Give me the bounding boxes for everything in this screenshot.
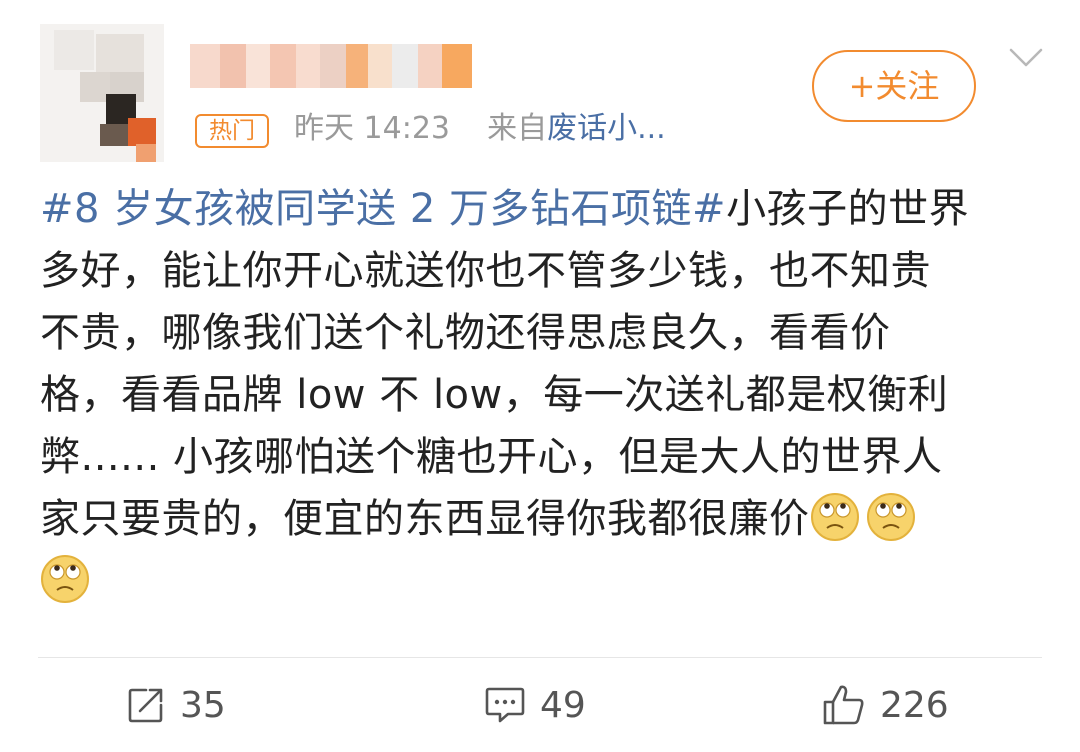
chevron-down-icon[interactable] <box>1008 44 1044 72</box>
comment-count: 49 <box>540 684 586 726</box>
username[interactable] <box>190 44 472 88</box>
post-meta: 昨天 14:23 来自废话小... <box>294 108 666 150</box>
eye-roll-emoji-icon <box>40 554 90 604</box>
post-line-7 <box>40 550 1040 612</box>
follow-button[interactable]: +关注 <box>812 50 976 122</box>
hot-badge: 热门 <box>195 114 269 148</box>
eye-roll-emoji-icon <box>810 492 860 542</box>
post-line-3: 不贵，哪像我们送个礼物还得思虑良久，看看价 <box>40 310 891 356</box>
weibo-post: 热门 昨天 14:23 来自废话小... +关注 #8 岁女孩被同学送 2 万多… <box>0 0 1080 752</box>
avatar[interactable] <box>40 24 164 162</box>
post-line-1: #8 岁女孩被同学送 2 万多钻石项链#小孩子的世界 <box>40 178 1040 240</box>
divider <box>38 657 1042 658</box>
share-count: 35 <box>180 684 226 726</box>
like-icon <box>822 683 866 727</box>
comment-button[interactable]: 49 <box>484 680 586 730</box>
like-count: 226 <box>880 684 949 726</box>
share-button[interactable]: 35 <box>126 680 226 730</box>
source-prefix: 来自 <box>487 111 548 146</box>
eye-roll-emoji-icon <box>866 492 916 542</box>
comment-icon <box>484 685 526 725</box>
post-text-1: 小孩子的世界 <box>726 186 970 232</box>
source-link[interactable]: 废话小... <box>547 111 666 146</box>
post-time: 昨天 14:23 <box>294 111 450 146</box>
post-body: #8 岁女孩被同学送 2 万多钻石项链#小孩子的世界 多好，能让你开心就送你也不… <box>40 178 1040 612</box>
topic-link[interactable]: #8 岁女孩被同学送 2 万多钻石项链# <box>40 186 726 232</box>
post-line-6: 家只要贵的，便宜的东西显得你我都很廉价 <box>40 488 1040 550</box>
post-line-2: 多好，能让你开心就送你也不管多少钱，也不知贵 <box>40 248 931 294</box>
post-line-4: 格，看看品牌 low 不 low，每一次送礼都是权衡利 <box>40 372 949 418</box>
like-button[interactable]: 226 <box>822 680 949 730</box>
share-icon <box>126 685 166 725</box>
post-text-6: 家只要贵的，便宜的东西显得你我都很廉价 <box>40 496 810 542</box>
post-line-5: 弊...... 小孩哪怕送个糖也开心，但是大人的世界人 <box>40 434 943 480</box>
